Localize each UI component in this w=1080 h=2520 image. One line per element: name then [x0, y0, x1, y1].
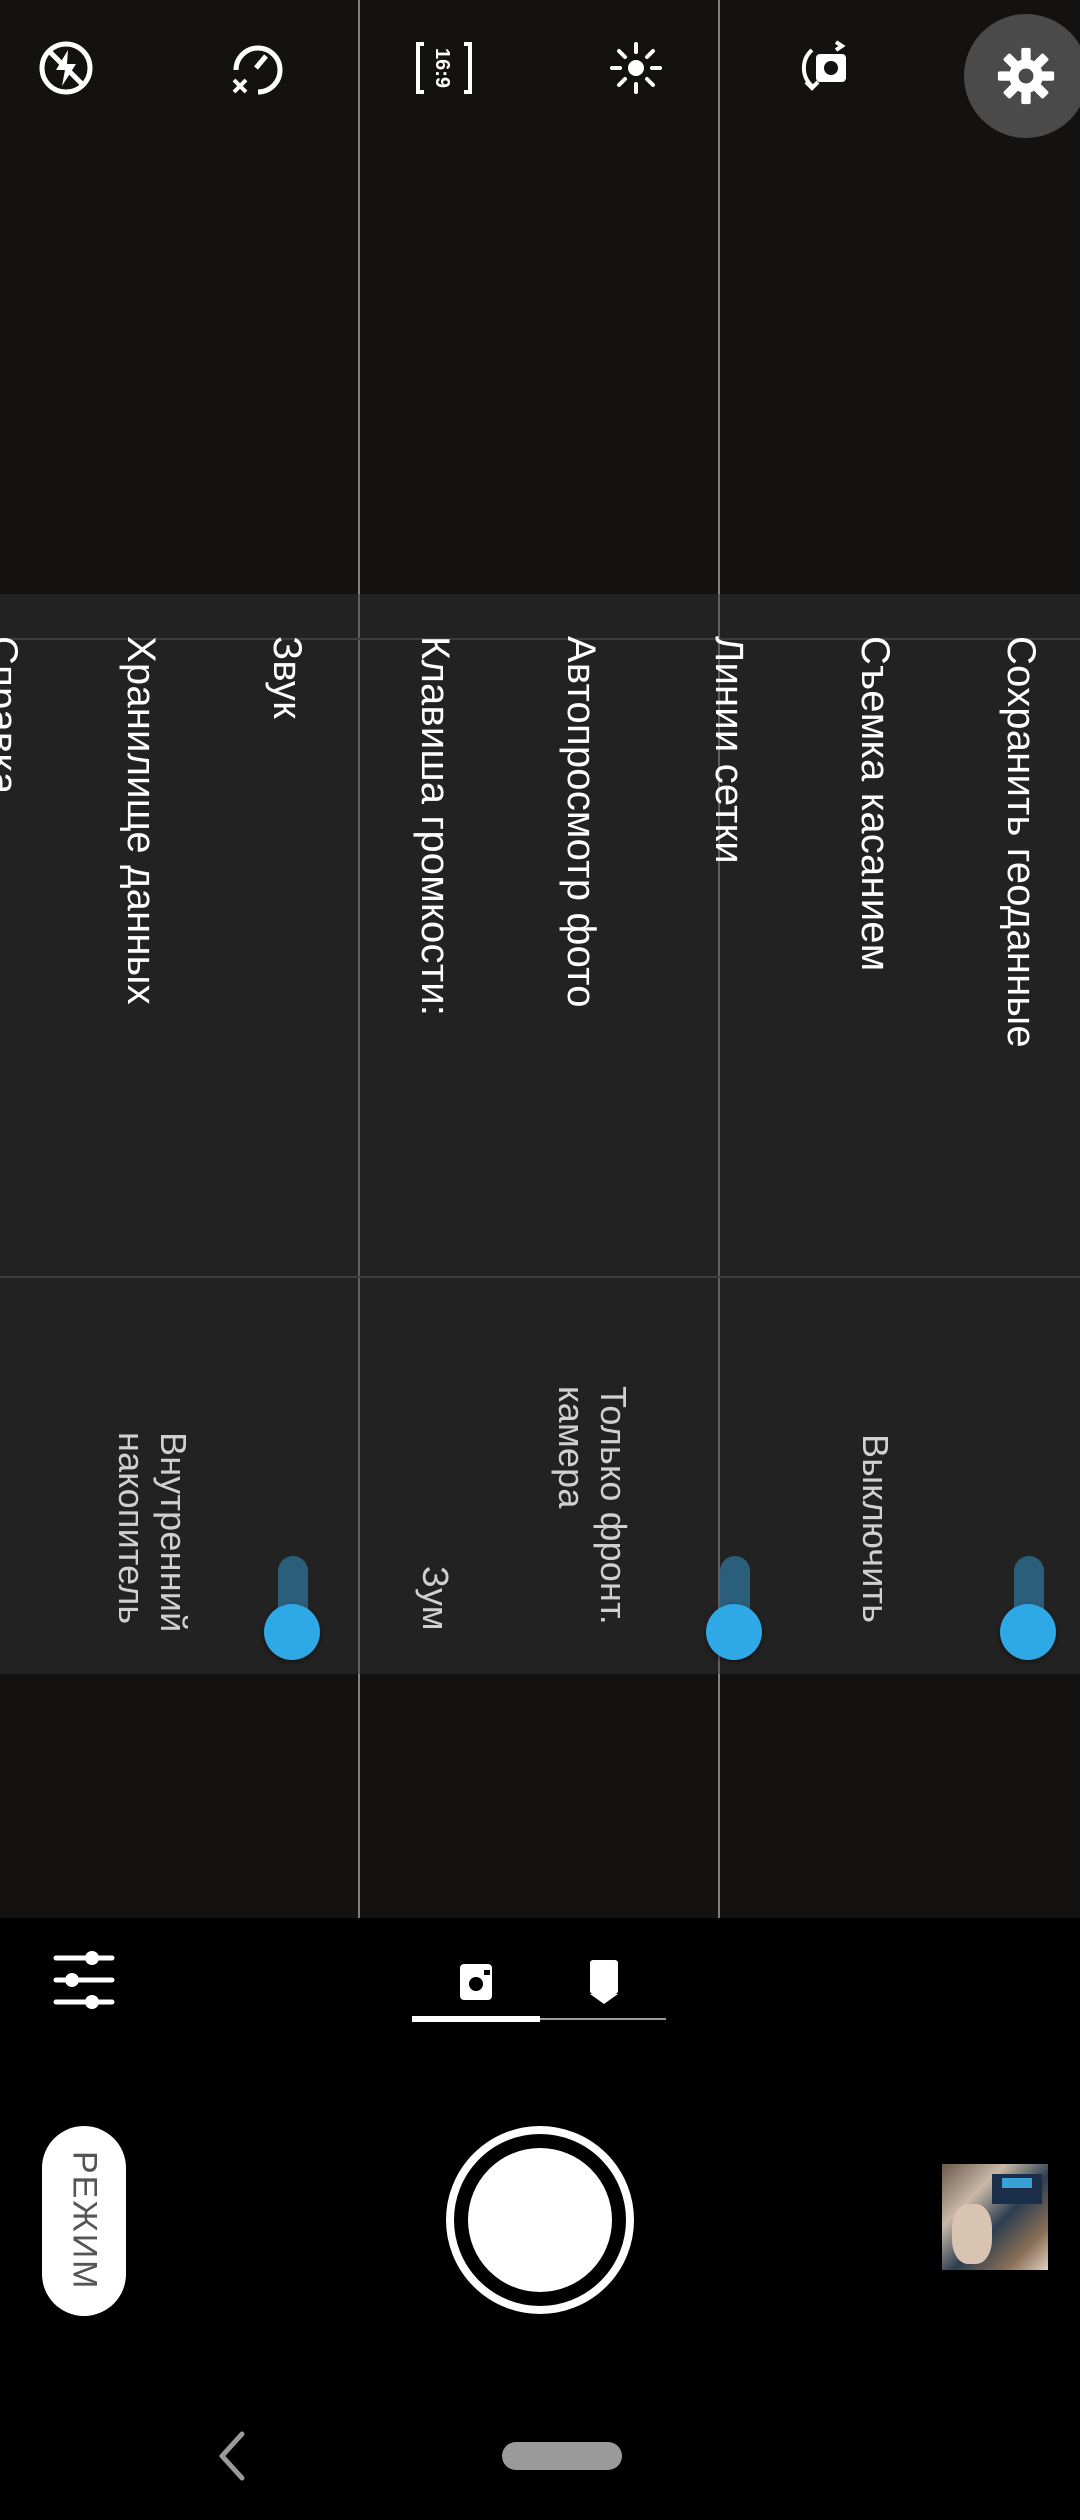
settings-panel: Сохранить геоданные Съемка касанием Выкл…	[0, 594, 1080, 1674]
aspect-ratio-label: 16:9	[431, 48, 453, 88]
panel-divider	[0, 1276, 1080, 1278]
active-tab-indicator	[412, 2016, 540, 2022]
capture-mode-tabs	[412, 1942, 668, 2022]
flash-off-icon[interactable]	[18, 20, 114, 116]
sound-toggle[interactable]	[264, 1550, 320, 1670]
home-pill[interactable]	[502, 2442, 622, 2470]
mode-button-label: РЕЖИМ	[65, 2151, 104, 2291]
back-chevron-icon[interactable]	[214, 2426, 250, 2486]
geotag-toggle[interactable]	[1000, 1550, 1056, 1670]
settings-gear-icon[interactable]	[964, 14, 1080, 138]
setting-label: Линии сетки	[707, 636, 751, 864]
tab-portrait[interactable]	[540, 1942, 668, 2022]
toggle-thumb	[1000, 1604, 1056, 1660]
setting-value: Зум	[415, 1566, 456, 1631]
thumbnail-content	[952, 2204, 992, 2264]
setting-label: Хранилище данных	[119, 636, 163, 1005]
setting-label: Звук	[265, 636, 309, 719]
brightness-icon[interactable]	[588, 20, 684, 116]
camera-app: 16:9 Сохранить геоданные Съемка касанием…	[0, 0, 1080, 2520]
toggle-thumb	[264, 1604, 320, 1660]
portrait-mode-icon	[590, 1960, 618, 2004]
shutter-button[interactable]	[446, 2126, 634, 2314]
aspect-ratio-icon[interactable]: 16:9	[396, 20, 492, 116]
shutter-inner	[468, 2148, 612, 2292]
photo-mode-icon	[460, 1964, 492, 2000]
setting-label: Автопросмотр фото	[559, 636, 603, 1008]
grid-line-vertical	[358, 594, 360, 1674]
mode-button[interactable]: РЕЖИМ	[42, 2126, 126, 2316]
setting-value: Только фронт. камера	[551, 1386, 634, 1625]
grid-lines-toggle[interactable]	[706, 1550, 762, 1670]
setting-label: Сохранить геоданные	[999, 636, 1043, 1048]
setting-value: Внутренний накопитель	[111, 1432, 194, 1633]
setting-value: Выключить	[855, 1434, 896, 1624]
switch-camera-icon[interactable]	[780, 20, 876, 116]
setting-label: Справка	[0, 636, 25, 795]
setting-label: Клавиша громкости:	[413, 636, 457, 1017]
timer-off-icon[interactable]	[208, 20, 304, 116]
thumbnail-content	[1002, 2178, 1032, 2188]
toggle-thumb	[706, 1604, 762, 1660]
adjustments-icon[interactable]	[48, 1944, 120, 2016]
gallery-thumbnail[interactable]	[942, 2164, 1048, 2270]
tab-underline	[540, 2018, 666, 2020]
tab-photo[interactable]	[412, 1942, 540, 2022]
setting-label: Съемка касанием	[853, 636, 897, 972]
